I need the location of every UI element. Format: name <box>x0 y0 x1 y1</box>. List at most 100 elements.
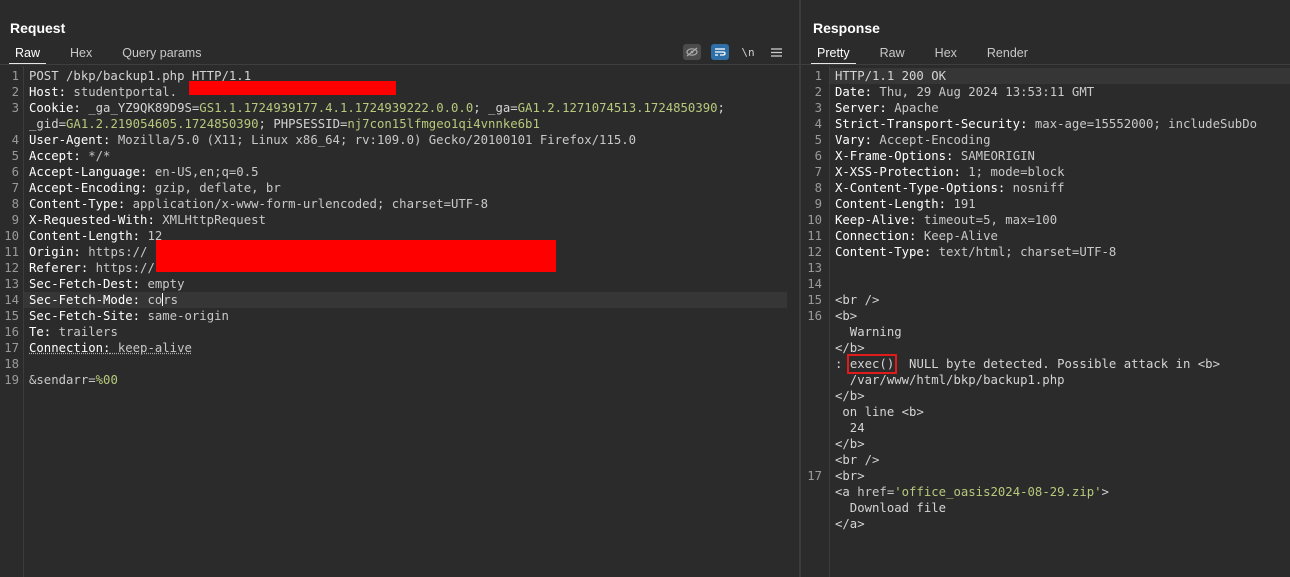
header-origin: Origin: https:// <box>29 245 148 259</box>
redaction-origin-referer <box>156 240 556 272</box>
header-content-length: Content-Length: 12 <box>29 229 163 243</box>
line-number: 12 <box>4 261 19 275</box>
header-content-length: Content-Length: 191 <box>835 197 976 211</box>
body-line: </b> <box>835 389 865 403</box>
line-number: 7 <box>814 165 822 179</box>
line-number: 17 <box>4 341 19 355</box>
line-number: 7 <box>11 181 19 195</box>
request-title: Request <box>10 20 66 36</box>
line-number: 16 <box>807 309 822 323</box>
line-number: 15 <box>807 293 822 307</box>
tab-pretty[interactable]: Pretty <box>811 44 856 65</box>
tab-hex[interactable]: Hex <box>935 44 957 64</box>
line-number: 1 <box>814 69 822 83</box>
response-title: Response <box>813 20 880 36</box>
line-number: 15 <box>4 309 19 323</box>
tab-raw[interactable]: Raw <box>8 44 47 65</box>
body-line: Download file <box>835 501 947 515</box>
line-number: 12 <box>807 245 822 259</box>
tab-hex[interactable]: Hex <box>70 44 92 64</box>
header-x-content-type-options: X-Content-Type-Options: nosniff <box>835 181 1065 195</box>
header-host: Host: studentportal. <box>29 85 178 99</box>
tab-render[interactable]: Render <box>987 44 1028 64</box>
header-accept: Accept: */* <box>29 149 111 163</box>
redaction-host <box>189 81 396 95</box>
header-cookie: Cookie: _ga_YZ9QK89D9S=GS1.1.1724939177.… <box>29 101 725 115</box>
line-number: 3 <box>11 101 19 115</box>
line-number: 10 <box>807 213 822 227</box>
header-sec-fetch-dest: Sec-Fetch-Dest: empty <box>29 277 185 291</box>
warning-line: : exec() NULL byte detected. Possible at… <box>835 354 1220 374</box>
header-x-xss-protection: X-XSS-Protection: 1; mode=block <box>835 165 1065 179</box>
hamburger-menu-icon[interactable] <box>767 44 785 60</box>
line-number: 14 <box>4 293 19 307</box>
line-number: 2 <box>11 85 19 99</box>
eye-off-icon[interactable] <box>683 44 701 60</box>
request-panel: Request Raw Hex Query params \n 1 POST /b… <box>0 0 799 577</box>
request-body: &sendarr=%00 <box>29 373 118 387</box>
header-content-type: Content-Type: application/x-www-form-url… <box>29 197 489 211</box>
header-sec-fetch-site: Sec-Fetch-Site: same-origin <box>29 309 229 323</box>
line-number: 18 <box>4 357 19 371</box>
newline-toggle-button[interactable]: \n <box>739 44 757 60</box>
header-connection: Connection: keep-alive <box>29 341 192 355</box>
header-keep-alive: Keep-Alive: timeout=5, max=100 <box>835 213 1058 227</box>
line-number: 5 <box>11 149 19 163</box>
tab-query-params[interactable]: Query params <box>122 44 201 64</box>
line-number: 8 <box>814 181 822 195</box>
header-vary: Vary: Accept-Encoding <box>835 133 991 147</box>
line-number: 6 <box>814 149 822 163</box>
request-toolbar: \n <box>683 44 785 60</box>
header-server: Server: Apache <box>835 101 939 115</box>
response-editor[interactable]: 1 HTTP/1.1 200 OK 2 Date: Thu, 29 Aug 2024… <box>801 66 1290 577</box>
line-number: 2 <box>814 85 822 99</box>
body-line: <br /> <box>835 293 880 307</box>
line-number: 8 <box>11 197 19 211</box>
status-line: HTTP/1.1 200 OK <box>835 69 947 83</box>
line-number: 9 <box>11 213 19 227</box>
header-cookie-wrap: _gid=GA1.2.219054605.1724850390; PHPSESS… <box>29 117 540 131</box>
body-line: <br /> <box>835 453 880 467</box>
line-number: 5 <box>814 133 822 147</box>
line-number: 13 <box>4 277 19 291</box>
header-te: Te: trailers <box>29 325 118 339</box>
line-number: 4 <box>11 133 19 147</box>
exec-highlight: exec() <box>846 354 898 374</box>
body-line: Warning <box>835 325 902 339</box>
body-line: </b> <box>835 437 865 451</box>
header-accept-language: Accept-Language: en-US,en;q=0.5 <box>29 165 259 179</box>
line-number: 11 <box>4 245 19 259</box>
line-number: 17 <box>807 469 822 483</box>
header-sec-fetch-mode: Sec-Fetch-Mode: cors <box>29 293 179 307</box>
line-number: 19 <box>4 373 19 387</box>
header-x-requested-with: X-Requested-With: XMLHttpRequest <box>29 213 266 227</box>
body-line: <br> <box>835 469 865 483</box>
download-link-tag: <a href='office_oasis2024-08-29.zip'> <box>835 485 1109 499</box>
request-tabs: Raw Hex Query params <box>8 44 201 65</box>
line-number: 10 <box>4 229 19 243</box>
text-wrap-icon[interactable] <box>711 44 729 60</box>
body-line: 24 <box>835 421 865 435</box>
tab-raw[interactable]: Raw <box>880 44 905 64</box>
line-number: 9 <box>814 197 822 211</box>
line-number: 4 <box>814 117 822 131</box>
line-number: 14 <box>807 277 822 291</box>
line-number: 3 <box>814 101 822 115</box>
header-content-type: Content-Type: text/html; charset=UTF-8 <box>835 245 1117 259</box>
header-referer: Referer: https:// <box>29 261 155 275</box>
header-user-agent: User-Agent: Mozilla/5.0 (X11; Linux x86_… <box>29 133 637 147</box>
line-number: 13 <box>807 261 822 275</box>
body-line: </b> <box>835 341 865 355</box>
line-number: 11 <box>807 229 822 243</box>
body-line: on line <b> <box>835 405 924 419</box>
response-tabs: Pretty Raw Hex Render <box>811 44 1028 65</box>
header-date: Date: Thu, 29 Aug 2024 13:53:11 GMT <box>835 85 1095 99</box>
line-number: 16 <box>4 325 19 339</box>
response-panel: Response Pretty Raw Hex Render 1 HTTP/1.1… <box>801 0 1290 577</box>
header-connection: Connection: Keep-Alive <box>835 229 998 243</box>
request-editor[interactable]: 1 POST /bkp/backup1.php HTTP/1.1 2 Host: s… <box>0 66 799 577</box>
line-number: 6 <box>11 165 19 179</box>
line-number: 1 <box>11 69 19 83</box>
body-line: /var/www/html/bkp/backup1.php <box>835 373 1065 387</box>
header-accept-encoding: Accept-Encoding: gzip, deflate, br <box>29 181 281 195</box>
